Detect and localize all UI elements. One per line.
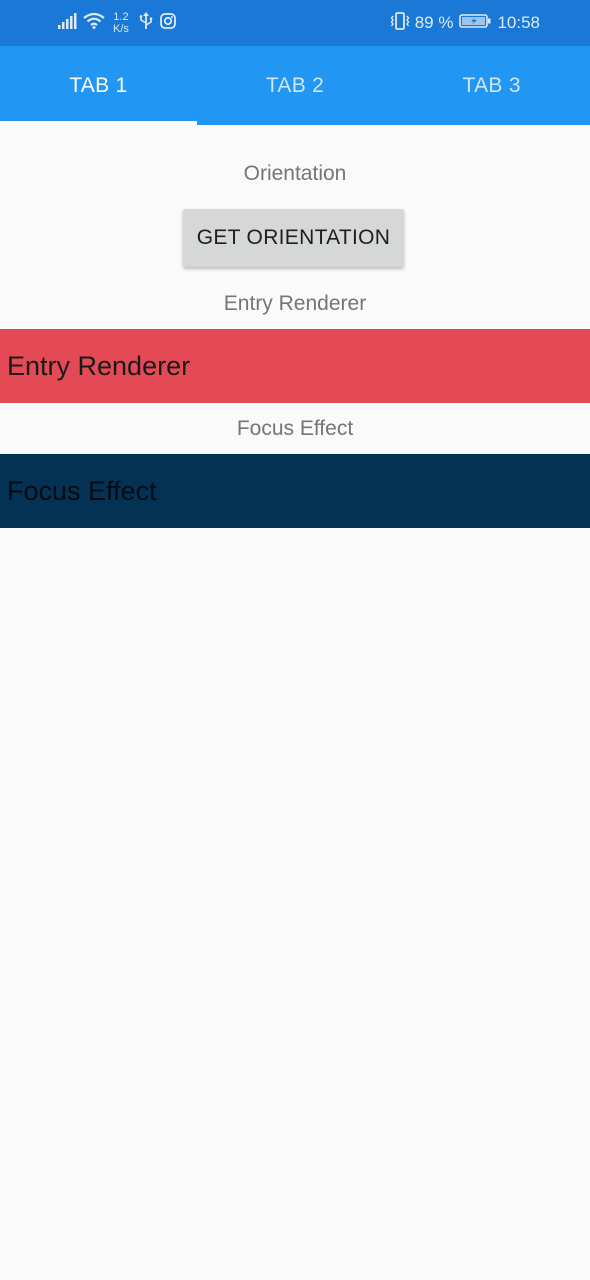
entry-renderer-label: Entry Renderer — [223, 292, 367, 315]
get-orientation-button[interactable]: GET ORIENTATION — [183, 209, 404, 267]
tab-2[interactable]: TAB 2 — [197, 46, 394, 125]
network-speed-value: 1.2 — [113, 11, 129, 23]
tab-bar: TAB 1 TAB 2 TAB 3 — [0, 46, 590, 125]
focus-effect-label: Focus Effect — [236, 417, 354, 440]
orientation-label: Orientation — [243, 162, 347, 185]
battery-icon — [459, 13, 491, 34]
focus-effect-field[interactable]: Focus Effect — [0, 454, 590, 528]
clock: 10:58 — [497, 13, 540, 32]
network-speed-unit: K/s — [113, 23, 129, 35]
status-bar: 1.2 K/s 89 % 10:58 — [0, 0, 590, 46]
network-speed: 1.2 K/s — [113, 11, 129, 35]
wifi-icon — [83, 12, 105, 34]
tab-3[interactable]: TAB 3 — [393, 46, 590, 125]
vibrate-icon — [390, 11, 410, 35]
battery-percent: 89 % — [414, 13, 454, 32]
signal-icon — [58, 12, 78, 34]
entry-renderer-field[interactable]: Entry Renderer — [0, 329, 590, 403]
tab-1[interactable]: TAB 1 — [0, 46, 197, 125]
instagram-icon — [160, 12, 176, 34]
usb-icon — [139, 11, 153, 35]
